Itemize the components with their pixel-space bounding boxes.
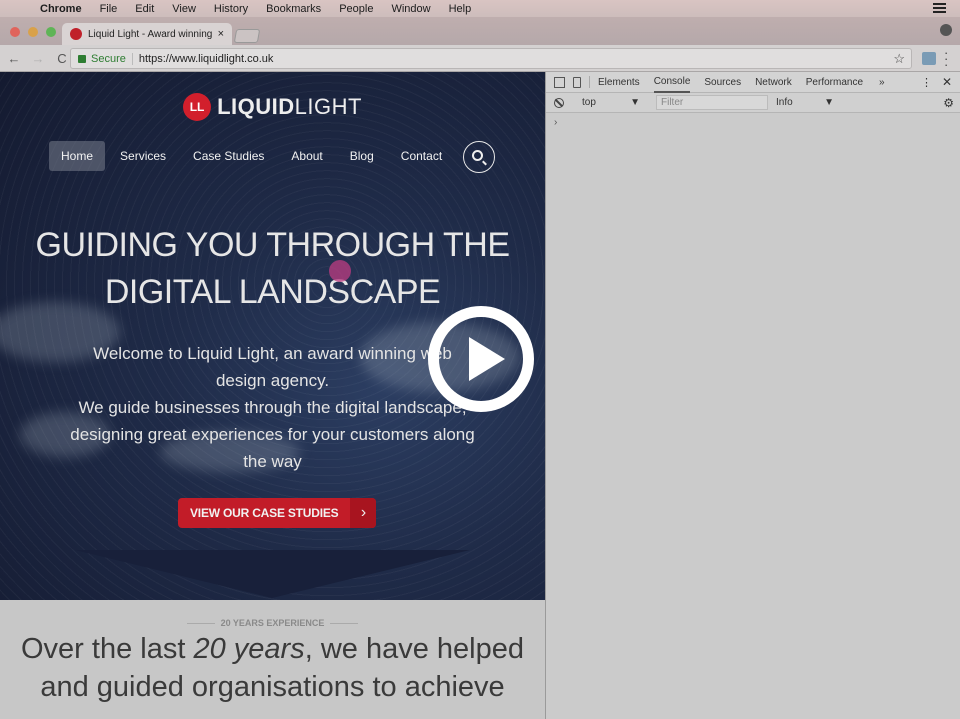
forward-button[interactable]: → bbox=[28, 51, 48, 66]
devtools-menu-icon[interactable]: ⋮ bbox=[921, 76, 932, 89]
screen: Chrome File Edit View History Bookmarks … bbox=[0, 0, 960, 719]
site-search-button[interactable] bbox=[463, 141, 495, 173]
site-nav: Home Services Case Studies About Blog Co… bbox=[49, 141, 457, 171]
more-tabs-icon[interactable]: » bbox=[879, 77, 885, 88]
menu-file[interactable]: File bbox=[100, 3, 118, 15]
chrome-menu-icon[interactable]: · · · bbox=[944, 46, 948, 71]
search-icon bbox=[471, 149, 483, 161]
new-tab-button[interactable] bbox=[233, 29, 261, 43]
lead-emphasis: 20 years bbox=[193, 633, 305, 665]
menu-people[interactable]: People bbox=[339, 3, 373, 15]
nav-case-studies[interactable]: Case Studies bbox=[181, 141, 276, 171]
nav-about[interactable]: About bbox=[279, 141, 334, 171]
chevron-right-icon: › bbox=[350, 498, 377, 528]
reload-button[interactable]: C bbox=[52, 51, 72, 66]
minimize-window-button[interactable] bbox=[28, 27, 38, 37]
url-text[interactable]: https://www.liquidlight.co.uk bbox=[139, 53, 274, 65]
intro-line: We guide businesses through the digital … bbox=[78, 398, 467, 417]
bookmark-star-icon[interactable]: ☆ bbox=[893, 51, 905, 67]
menu-edit[interactable]: Edit bbox=[135, 3, 154, 15]
dropdown-arrow-icon: ▼ bbox=[630, 97, 640, 108]
devtools-tab-console[interactable]: Console bbox=[653, 72, 691, 93]
nav-blog[interactable]: Blog bbox=[338, 141, 386, 171]
intro-line: designing great experiences for your cus… bbox=[70, 425, 475, 444]
view-case-studies-button[interactable]: VIEW OUR CASE STUDIES › bbox=[178, 498, 377, 528]
context-value: top bbox=[582, 97, 596, 108]
intro-line: the way bbox=[243, 452, 302, 471]
console-toolbar: top ▼ Filter Info ▼ ⚙ bbox=[546, 93, 960, 113]
inspect-element-icon[interactable] bbox=[554, 76, 565, 88]
devtools-tab-bar: Elements Console Sources Network Perform… bbox=[546, 72, 960, 93]
video-play-icon[interactable] bbox=[428, 306, 534, 412]
clear-console-icon[interactable] bbox=[554, 97, 564, 108]
close-window-button[interactable] bbox=[10, 27, 20, 37]
devtools-close-icon[interactable]: ✕ bbox=[942, 75, 952, 89]
cta-label: VIEW OUR CASE STUDIES bbox=[190, 506, 339, 520]
lead-text: , we have helped bbox=[304, 633, 524, 665]
logo-word-bold: LIQUID bbox=[217, 94, 295, 119]
tab-close-icon[interactable]: × bbox=[218, 28, 224, 40]
menu-view[interactable]: View bbox=[172, 3, 196, 15]
nav-home[interactable]: Home bbox=[49, 141, 106, 171]
menu-help[interactable]: Help bbox=[449, 3, 472, 15]
log-level-value: Info bbox=[776, 97, 793, 108]
nav-contact[interactable]: Contact bbox=[389, 141, 454, 171]
devtools-tab-elements[interactable]: Elements bbox=[598, 73, 640, 92]
mac-menu-bar: Chrome File Edit View History Bookmarks … bbox=[0, 0, 960, 17]
menu-chrome[interactable]: Chrome bbox=[40, 3, 82, 15]
lock-icon bbox=[78, 54, 86, 63]
devtools-tab-performance[interactable]: Performance bbox=[806, 73, 863, 92]
window-controls bbox=[10, 27, 56, 37]
console-filter-input[interactable]: Filter bbox=[656, 95, 768, 110]
notification-list-icon[interactable] bbox=[933, 3, 946, 13]
dropdown-arrow-icon: ▼ bbox=[824, 97, 834, 108]
devtools-panel: Elements Console Sources Network Perform… bbox=[545, 72, 960, 719]
headline-line: GUIDING YOU THROUGH THE bbox=[35, 226, 511, 264]
hero-headline: GUIDING YOU THROUGH THE DIGITAL LANDSCAP… bbox=[0, 222, 545, 316]
devtools-tab-network[interactable]: Network bbox=[755, 73, 792, 92]
lead-text: Over the last bbox=[21, 633, 194, 665]
log-level-selector[interactable]: Info ▼ bbox=[776, 97, 834, 108]
experience-lead: Over the last 20 years, we have helped a… bbox=[10, 630, 535, 706]
secure-label: Secure bbox=[91, 52, 133, 65]
logo-word-light: LIGHT bbox=[294, 94, 362, 119]
zoom-window-button[interactable] bbox=[46, 27, 56, 37]
devtools-tab-sources[interactable]: Sources bbox=[704, 73, 741, 92]
menu-bookmarks[interactable]: Bookmarks bbox=[266, 3, 321, 15]
website-viewport: LL LIQUID LIGHT Home Services Case Studi… bbox=[0, 72, 545, 719]
experience-eyebrow: 20 YEARS EXPERIENCE bbox=[0, 618, 545, 628]
address-bar[interactable]: Secure https://www.liquidlight.co.uk ☆ bbox=[70, 48, 912, 69]
divider bbox=[589, 76, 590, 88]
menu-history[interactable]: History bbox=[214, 3, 248, 15]
hero-section: LL LIQUID LIGHT Home Services Case Studi… bbox=[0, 72, 545, 600]
hero-chevron-divider bbox=[0, 550, 545, 598]
lead-line: and guided organisations to achieve bbox=[40, 671, 505, 703]
device-toolbar-icon[interactable] bbox=[573, 76, 581, 88]
site-logo[interactable]: LL LIQUID LIGHT bbox=[0, 93, 545, 121]
menu-window[interactable]: Window bbox=[391, 3, 430, 15]
cursor-highlight bbox=[329, 260, 351, 282]
back-button[interactable]: ← bbox=[4, 51, 24, 66]
nav-services[interactable]: Services bbox=[108, 141, 178, 171]
logo-mark-icon: LL bbox=[183, 93, 212, 121]
favicon-icon bbox=[70, 28, 82, 40]
browser-tab[interactable]: Liquid Light - Award winning w × bbox=[62, 23, 232, 45]
extension-icon[interactable] bbox=[922, 52, 936, 65]
console-prompt[interactable]: › bbox=[554, 117, 960, 128]
profile-icon[interactable] bbox=[940, 24, 952, 36]
browser-toolbar: ← → C Secure https://www.liquidlight.co.… bbox=[0, 45, 960, 72]
tab-title: Liquid Light - Award winning w bbox=[88, 28, 213, 40]
tab-strip: Liquid Light - Award winning w × bbox=[0, 17, 960, 45]
console-settings-icon[interactable]: ⚙ bbox=[943, 96, 954, 110]
context-selector[interactable]: top ▼ bbox=[582, 97, 640, 108]
